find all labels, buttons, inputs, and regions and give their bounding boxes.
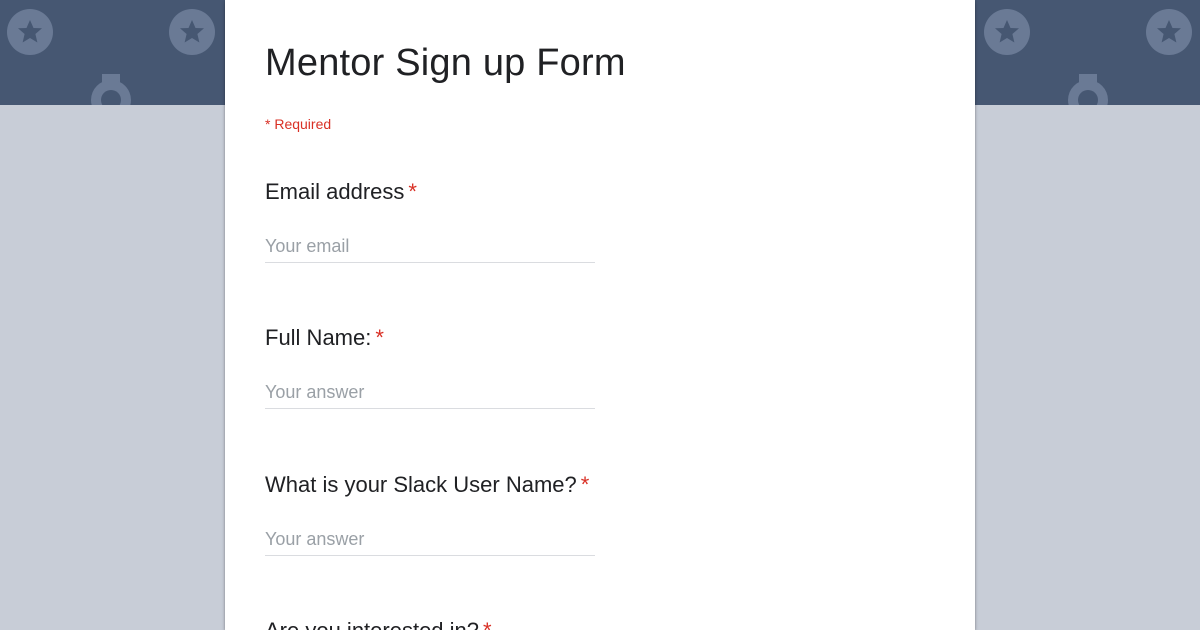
- question-label: What is your Slack User Name? *: [265, 471, 945, 499]
- question-title: Email address: [265, 179, 405, 204]
- required-asterisk: *: [483, 618, 492, 630]
- medal-icon: [91, 74, 131, 105]
- email-input[interactable]: [265, 230, 595, 263]
- question-interests: Are you interested in? *: [265, 617, 945, 630]
- medal-icon: [169, 9, 215, 55]
- required-asterisk: *: [375, 325, 384, 350]
- question-full-name: Full Name: *: [265, 324, 945, 409]
- question-label: Are you interested in? *: [265, 617, 945, 630]
- question-title: Full Name:: [265, 325, 372, 350]
- question-label: Email address *: [265, 178, 945, 206]
- full-name-input[interactable]: [265, 376, 595, 409]
- form-title: Mentor Sign up Form: [265, 42, 626, 84]
- medal-icon: [1146, 9, 1192, 55]
- required-asterisk: *: [408, 179, 417, 204]
- medal-icon: [7, 9, 53, 55]
- question-title: What is your Slack User Name?: [265, 472, 577, 497]
- slack-username-input[interactable]: [265, 523, 595, 556]
- required-note: * Required: [265, 116, 332, 132]
- form-card: Mentor Sign up Form * Required Email add…: [225, 0, 975, 630]
- question-title: Are you interested in?: [265, 618, 479, 630]
- question-email: Email address *: [265, 178, 945, 263]
- question-label: Full Name: *: [265, 324, 945, 352]
- question-slack-username: What is your Slack User Name? *: [265, 471, 945, 556]
- medal-icon: [984, 9, 1030, 55]
- required-asterisk: *: [580, 472, 590, 497]
- medal-icon: [1068, 74, 1108, 105]
